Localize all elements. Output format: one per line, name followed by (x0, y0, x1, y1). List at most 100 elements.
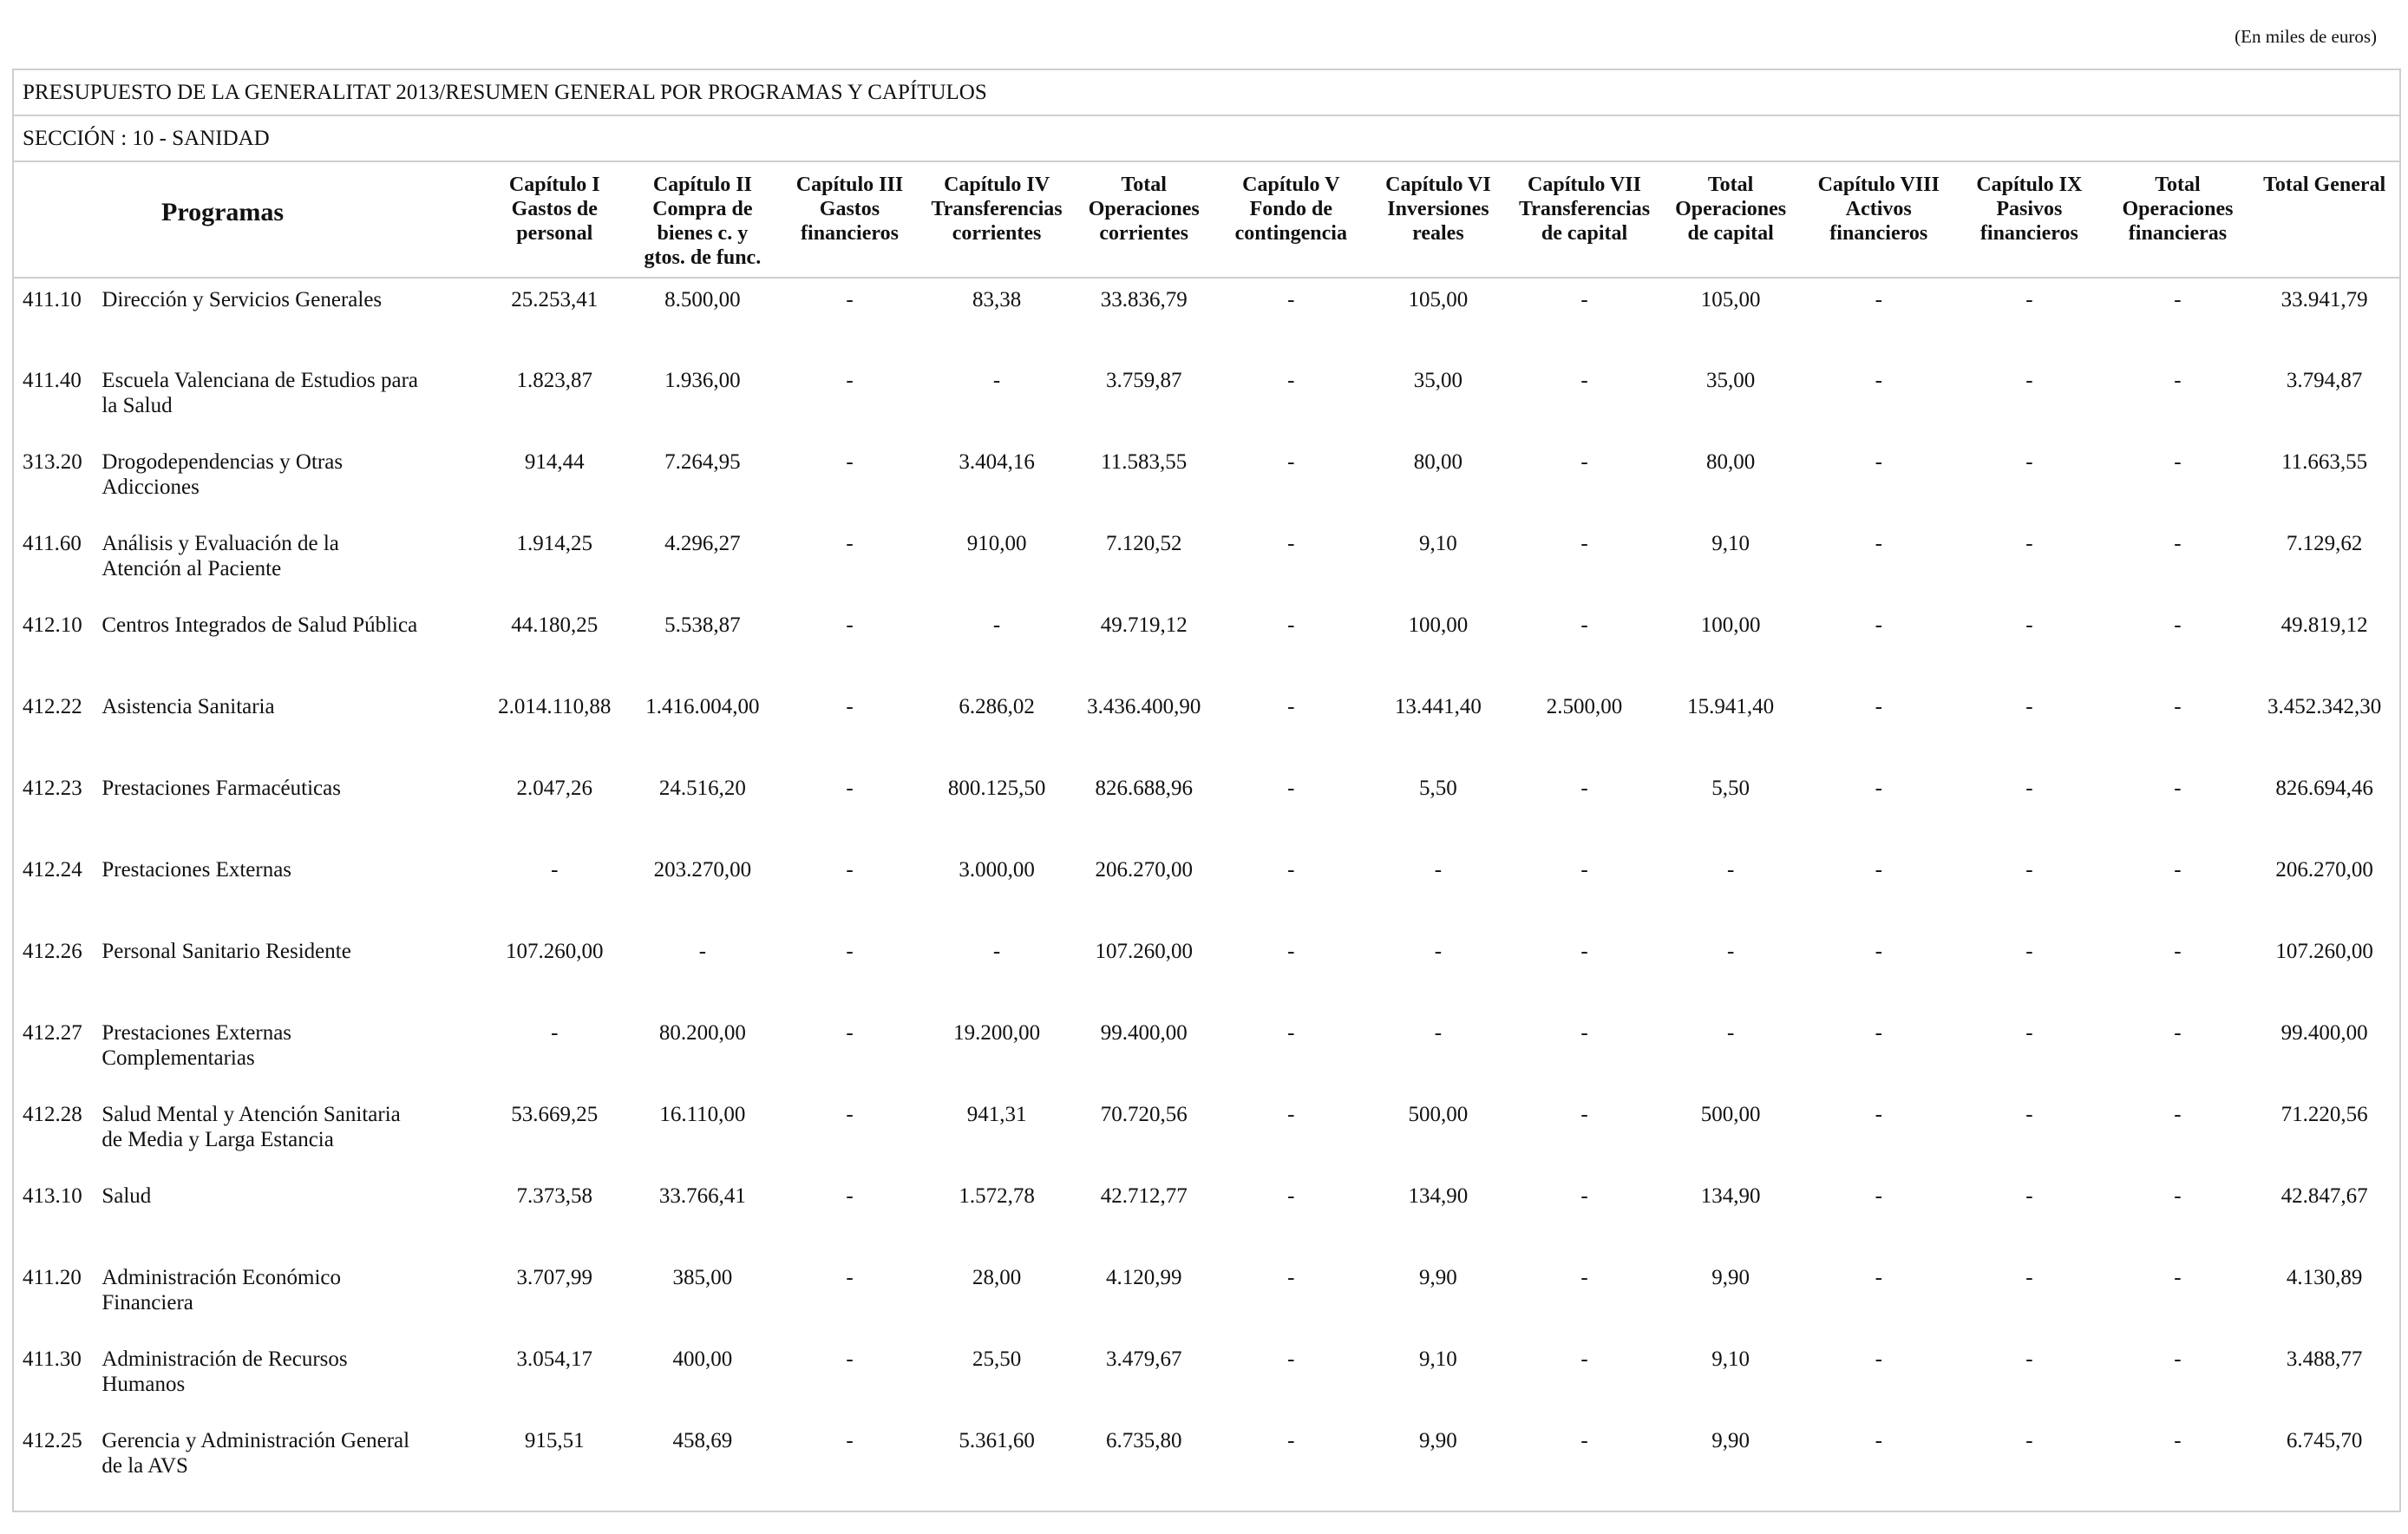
amount-cell: - (2025, 1347, 2033, 1371)
col-header-line: Gastos (819, 198, 880, 220)
col-header-line: Operaciones (2122, 198, 2234, 220)
amount-cell: 9,90 (1711, 1266, 1750, 1289)
col-header-line: Total (1121, 174, 1167, 196)
amount-cell: 9,90 (1711, 1429, 1750, 1452)
amount-cell: - (1580, 1021, 1588, 1045)
amount-cell: - (1875, 695, 1882, 718)
program-name-line: Prestaciones Externas (101, 1021, 292, 1045)
amount-cell: - (1287, 1103, 1295, 1126)
amount-cell: 3.404,16 (959, 450, 1035, 474)
col-header-line: gtos. de func. (644, 246, 762, 269)
amount-cell: 49.719,12 (1100, 613, 1188, 637)
program-code: 412.27 (23, 1021, 82, 1045)
program-name: Prestaciones Externas Complementarias (101, 1020, 480, 1102)
amount-cell: - (846, 858, 854, 882)
amount-cell: 15.941,40 (1687, 695, 1775, 718)
amount-cell: - (1287, 1347, 1295, 1371)
table-row: 411.40 Escuela Valenciana de Estudios par… (14, 368, 2399, 449)
program-code: 412.22 (23, 695, 82, 718)
program-name-line: Prestaciones Externas (101, 858, 292, 882)
program-name: Gerencia y Administración General de la A… (101, 1428, 480, 1510)
col-header-total-general: Total General (2249, 162, 2399, 279)
program-name-line: Administración de Recursos (101, 1347, 348, 1371)
program-name: Drogodependencias y Otras Adicciones (101, 449, 480, 531)
amount-cell: - (1580, 450, 1588, 474)
amount-cell: 35,00 (1705, 369, 1756, 392)
table-row: 412.27 Prestaciones Externas Complementari… (14, 1020, 2399, 1102)
amount-cell: 100,00 (1408, 613, 1469, 637)
amount-cell: 1.936,00 (664, 369, 741, 392)
program-name-line: Dirección y Servicios Generales (101, 288, 383, 311)
amount-cell: 1.914,25 (516, 532, 593, 555)
col-header-line: Capítulo VIII (1817, 174, 1940, 196)
col-header-cap7: Capítulo VII Transferencias de capital (1512, 162, 1657, 279)
table-row: 412.23 Prestaciones Farmacéuticas 2.047,26… (14, 776, 2399, 857)
col-header-line: Inversiones (1387, 198, 1489, 220)
amount-cell: - (2174, 613, 2182, 637)
amount-cell: 500,00 (1700, 1103, 1761, 1126)
amount-cell: 42.847,67 (2280, 1184, 2368, 1208)
amount-cell: 826.688,96 (1095, 777, 1193, 800)
amount-cell: 44.180,25 (511, 613, 599, 637)
amount-cell: 3.000,00 (959, 858, 1035, 882)
amount-cell: - (1287, 1266, 1295, 1289)
program-name: Centros Integrados de Salud Pública (101, 613, 480, 694)
col-header-line: de capital (1541, 222, 1628, 245)
col-header-line: Total (2155, 174, 2201, 196)
program-name-line: Salud Mental y Atención Sanitaria (101, 1103, 401, 1126)
col-header-line: Operaciones (1675, 198, 1787, 220)
program-name-line: Escuela Valenciana de Estudios para (101, 369, 419, 392)
amount-cell: 13.441,40 (1394, 695, 1482, 718)
amount-cell: - (1726, 940, 1735, 963)
amount-cell: 1.416.004,00 (645, 695, 760, 718)
amount-cell: - (2025, 1266, 2033, 1289)
amount-cell: 53.669,25 (511, 1103, 599, 1126)
program-name-line: Análisis y Evaluación de la (101, 532, 339, 555)
amount-cell: - (2174, 1429, 2182, 1452)
program-name: Salud (101, 1183, 480, 1265)
amount-cell: - (846, 1266, 854, 1289)
amount-cell: 33.941,79 (2280, 288, 2368, 311)
amount-cell: 3.759,87 (1105, 369, 1182, 392)
amount-cell: - (2174, 532, 2182, 555)
amount-cell: 99.400,00 (1100, 1021, 1188, 1045)
col-header-line: financieros (801, 222, 899, 245)
amount-cell: - (1726, 858, 1735, 882)
amount-cell: - (1580, 288, 1588, 311)
amount-cell: - (1287, 777, 1295, 800)
amount-cell: - (1875, 288, 1882, 311)
amount-cell: - (1287, 695, 1295, 718)
program-code: 411.40 (23, 369, 82, 392)
amount-cell: - (2025, 777, 2033, 800)
program-name-line: Humanos (101, 1373, 186, 1396)
amount-cell: 2.014.110,88 (498, 695, 612, 718)
col-header-line: financieras (2128, 222, 2228, 245)
amount-cell: - (2174, 369, 2182, 392)
amount-cell: - (1580, 1184, 1588, 1208)
program-name-line: Complementarias (101, 1046, 255, 1070)
amount-cell: - (2025, 288, 2033, 311)
header-row: Programas Capítulo I Gastos de personal Ca… (14, 162, 2399, 279)
amount-cell: - (1580, 1103, 1588, 1126)
amount-cell: 4.296,27 (664, 532, 741, 555)
amount-cell: 8.500,00 (664, 288, 741, 311)
budget-frame: PRESUPUESTO DE LA GENERALITAT 2013/RESUM… (12, 69, 2401, 1512)
amount-cell: - (992, 613, 1001, 637)
program-code: 411.30 (23, 1347, 82, 1371)
program-name: Dirección y Servicios Generales (101, 278, 480, 368)
amount-cell: 458,69 (672, 1429, 733, 1452)
amount-cell: 33.766,41 (658, 1184, 746, 1208)
amount-cell: - (846, 1184, 854, 1208)
col-header-line: de capital (1687, 222, 1774, 245)
col-header-line: Compra de (652, 198, 753, 220)
budget-table: Programas Capítulo I Gastos de personal Ca… (14, 162, 2399, 1510)
program-name-line: Asistencia Sanitaria (101, 695, 275, 718)
amount-cell: 107.260,00 (2275, 940, 2373, 963)
table-row: 412.22 Asistencia Sanitaria 2.014.110,88 1.… (14, 694, 2399, 776)
amount-cell: 100,00 (1700, 613, 1761, 637)
program-name: Escuela Valenciana de Estudios para la Sa… (101, 368, 480, 449)
amount-cell: - (1580, 613, 1588, 637)
program-name: Prestaciones Farmacéuticas (101, 776, 480, 857)
col-header-line: Capítulo IV (944, 174, 1050, 196)
amount-cell: 5.538,87 (664, 613, 741, 637)
